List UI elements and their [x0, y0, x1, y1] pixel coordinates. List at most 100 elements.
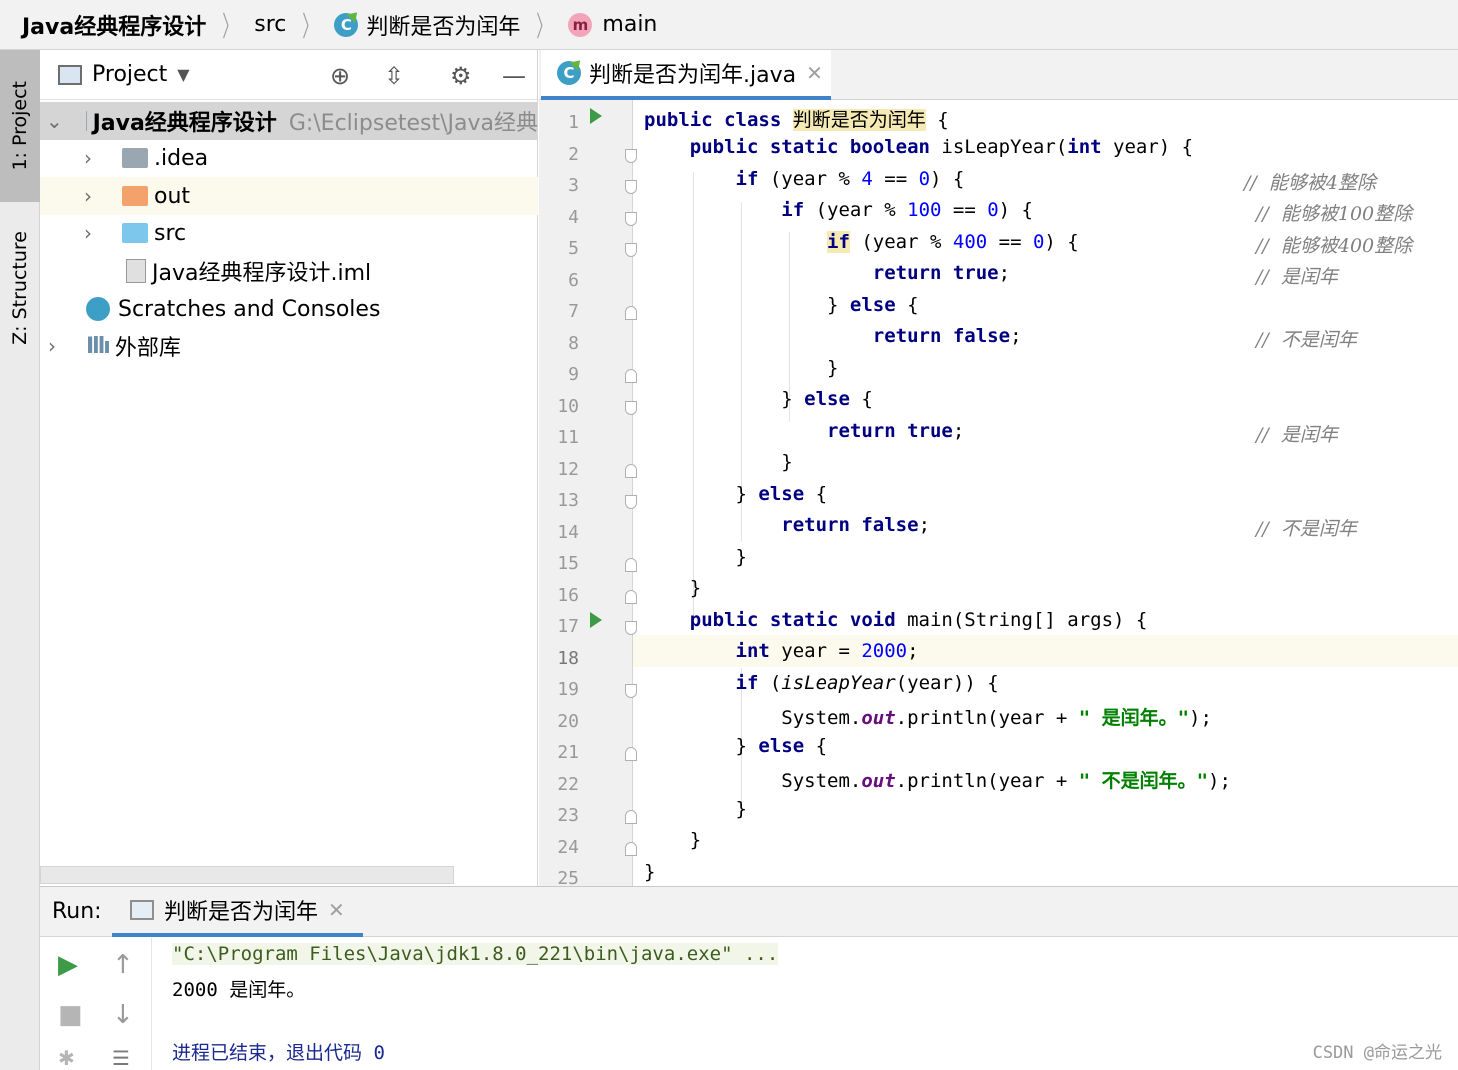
code-line: }: [644, 451, 793, 473]
module-file-icon: [126, 259, 146, 283]
line-number: 13: [557, 490, 579, 511]
line-number: 12: [557, 458, 579, 480]
chevron-right-icon[interactable]: ›: [84, 184, 92, 208]
chevron-right-icon: 〉: [536, 9, 553, 43]
line-number: 17: [557, 616, 579, 637]
console-output[interactable]: "C:\Program Files\Java\jdk1.8.0_221\bin\…: [152, 938, 1458, 1070]
line-number: 15: [557, 553, 579, 574]
fold-collapse-icon[interactable]: [625, 684, 637, 698]
line-number: 16: [557, 584, 579, 606]
arrow-up-icon[interactable]: ↑: [112, 950, 134, 980]
fold-collapse-icon[interactable]: [625, 148, 637, 163]
project-tool-tab-label: 1: Project: [9, 81, 31, 171]
breadcrumb-class[interactable]: C 判断是否为闰年: [334, 0, 520, 49]
hide-icon[interactable]: —: [502, 62, 526, 90]
soft-wrap-icon[interactable]: ☰: [112, 1046, 130, 1070]
project-panel: Project ▼ ⊕ ⇳ ⚙ — ⌄ Java经典程序设计 G:\Eclips…: [40, 50, 538, 886]
code-line: public class 判断是否为闰年 {: [644, 109, 949, 131]
fold-end-icon[interactable]: [625, 306, 637, 320]
editor-gutter: 1 2 3 4 5 6 7 8 9 10 11 12 13 14 15 16 17 18 19 20 21 22 23 24 2…: [539, 100, 637, 889]
tree-item-project-root[interactable]: ⌄ Java经典程序设计 G:\Eclipsetest\Java经典: [40, 102, 538, 140]
close-icon[interactable]: ✕: [806, 61, 823, 85]
console-exit-line: 进程已结束，退出代码 0: [172, 1042, 385, 1064]
breadcrumb-class-label: 判断是否为闰年: [366, 14, 521, 40]
line-number: 22: [557, 773, 579, 795]
breadcrumb-src-label: src: [254, 12, 287, 37]
chevron-right-icon[interactable]: ›: [84, 221, 92, 245]
editor-tab-label: 判断是否为闰年.java: [589, 63, 797, 88]
run-toolbar: ▶ ↑ ■ ↓ ✱ ☰: [40, 938, 152, 1070]
code-line: public static boolean isLeapYear(int yea…: [689, 136, 1194, 158]
run-config-tab[interactable]: 判断是否为闰年 ✕: [112, 887, 363, 937]
structure-tool-tab[interactable]: Z: Structure: [0, 212, 40, 364]
rerun-icon[interactable]: ▶: [58, 950, 78, 980]
code-line: if (year % 4 == 0) {: [735, 168, 965, 190]
line-number: 7: [568, 301, 579, 322]
fold-collapse-icon[interactable]: [625, 180, 637, 194]
module-folder-icon: [86, 111, 87, 131]
editor-tab-file[interactable]: C 判断是否为闰年.java ✕: [541, 50, 831, 100]
fold-end-icon[interactable]: [625, 747, 637, 761]
code-line: } else {: [644, 388, 873, 410]
tree-item-label: Java经典程序设计.iml: [152, 261, 372, 286]
line-number: 8: [568, 332, 579, 354]
code-line: System.out.println(year + " 不是闰年。");: [644, 770, 1231, 792]
fold-collapse-icon[interactable]: [625, 495, 637, 509]
fold-collapse-icon[interactable]: [625, 211, 637, 226]
fold-end-icon[interactable]: [625, 369, 637, 383]
code-line: System.out.println(year + " 是闰年。");: [644, 707, 1212, 729]
settings-icon[interactable]: ✱: [58, 1046, 75, 1070]
tree-item-external-libraries[interactable]: › Illı 外部库: [40, 327, 538, 365]
code-line: return false;: [781, 514, 931, 536]
chevron-down-icon[interactable]: ⌄: [46, 109, 63, 133]
fold-end-icon[interactable]: [625, 589, 637, 604]
tree-item-idea[interactable]: › .idea: [40, 139, 538, 177]
run-main-icon[interactable]: [590, 612, 602, 628]
run-class-icon[interactable]: [590, 108, 602, 124]
code-line: }: [644, 546, 747, 568]
fold-end-icon[interactable]: [625, 841, 637, 856]
structure-tool-tab-label: Z: Structure: [9, 231, 31, 345]
chevron-right-icon[interactable]: ›: [48, 334, 56, 358]
arrow-down-icon[interactable]: ↓: [112, 1000, 134, 1030]
breadcrumb-project[interactable]: Java经典程序设计: [22, 0, 206, 49]
fold-end-icon[interactable]: [625, 463, 637, 478]
code-comment: // 不是闰年: [1256, 518, 1357, 540]
code-line: if (year % 400 == 0) {: [827, 231, 1079, 253]
locate-target-icon[interactable]: ⊕: [330, 62, 350, 90]
project-tool-tab[interactable]: 1: Project: [0, 50, 40, 202]
tree-item-iml[interactable]: Java经典程序设计.iml: [40, 252, 538, 290]
project-view-selector[interactable]: Project: [92, 62, 167, 87]
tree-item-scratches[interactable]: Scratches and Consoles: [40, 290, 538, 328]
line-number: 4: [568, 206, 579, 228]
tree-item-label: out: [154, 183, 191, 209]
chevron-down-icon[interactable]: ▼: [177, 65, 189, 84]
java-class-icon: C: [334, 12, 359, 37]
fold-collapse-icon[interactable]: [625, 400, 637, 415]
fold-end-icon[interactable]: [625, 810, 637, 824]
breadcrumb-method[interactable]: m main: [568, 0, 657, 49]
code-line: return true;: [827, 420, 965, 442]
code-line: return false;: [872, 325, 1022, 347]
fold-collapse-icon[interactable]: [625, 621, 637, 635]
fold-end-icon[interactable]: [625, 558, 637, 572]
stop-icon[interactable]: ■: [58, 1000, 83, 1030]
code-line: } else {: [644, 735, 828, 757]
code-comment: // 是闰年: [1256, 266, 1338, 288]
gear-icon[interactable]: ⚙: [450, 62, 472, 90]
code-comment: // 不是闰年: [1256, 329, 1357, 351]
code-line: return true;: [872, 262, 1011, 284]
run-panel-title: Run:: [52, 899, 102, 924]
libraries-icon: Illı: [86, 333, 111, 359]
close-icon[interactable]: ✕: [328, 898, 345, 922]
chevron-right-icon[interactable]: ›: [84, 146, 92, 170]
horizontal-scrollbar[interactable]: [40, 866, 454, 884]
line-number: 18: [557, 647, 579, 669]
line-number: 21: [557, 742, 579, 763]
tree-item-out[interactable]: › out: [40, 177, 538, 215]
tree-item-src[interactable]: › src: [40, 214, 538, 252]
fold-collapse-icon[interactable]: [625, 243, 637, 257]
collapse-all-icon[interactable]: ⇳: [384, 62, 404, 90]
line-number: 1: [568, 112, 579, 133]
breadcrumb-src[interactable]: src: [254, 0, 286, 49]
